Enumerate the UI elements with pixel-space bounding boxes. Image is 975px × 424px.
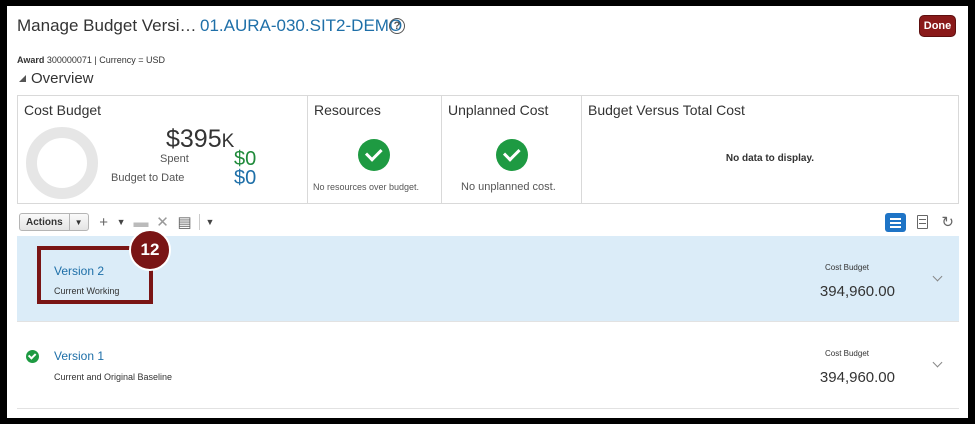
amount-suffix: K (221, 131, 235, 152)
page-title: Manage Budget Versi… (17, 16, 197, 35)
overview-toggle[interactable]: Overview (19, 70, 94, 87)
award-value: 300000071 | Currency = USD (46, 55, 166, 65)
chevron-down-icon[interactable] (932, 357, 943, 368)
card-title: Budget Versus Total Cost (588, 102, 745, 118)
card-title: Cost Budget (24, 102, 102, 118)
unplanned-note: No unplanned cost. (461, 181, 556, 193)
cost-budget-card[interactable]: Cost Budget $395K Spent $0 Budget to Dat… (18, 96, 308, 203)
resources-card[interactable]: Resources No resources over budget. (308, 96, 442, 203)
list-view-icon[interactable] (885, 213, 906, 232)
amount-value: $395 (166, 125, 222, 153)
version-title-link[interactable]: Version 1 (54, 349, 104, 363)
no-data-message: No data to display. (725, 153, 815, 164)
step-badge: 12 (129, 229, 171, 271)
table-view-icon[interactable] (917, 215, 928, 229)
card-title: Resources (314, 102, 381, 118)
dropdown-icon[interactable]: ▼ (117, 217, 126, 227)
check-circle-icon (358, 139, 390, 171)
toolbar: Actions ▼ + ▼ ▬ ✕ ▤ ▼ (19, 212, 214, 232)
collapse-triangle-icon (19, 75, 26, 82)
refresh-icon[interactable]: ↻ (941, 213, 954, 231)
budget-to-date-label: Budget to Date (111, 172, 185, 184)
resources-note: No resources over budget. (313, 182, 420, 192)
unplanned-cost-card[interactable]: Unplanned Cost No unplanned cost. (442, 96, 582, 203)
overview-label: Overview (31, 70, 94, 87)
chevron-down-icon[interactable] (932, 271, 943, 282)
cost-budget-value: 394,960.00 (819, 283, 895, 300)
budget-to-date-value: $0 (234, 167, 257, 189)
edit-icon[interactable]: ▬ (134, 215, 149, 230)
cost-budget-value: 394,960.00 (819, 369, 895, 386)
award-label: Award (17, 55, 45, 65)
overview-cards: Cost Budget $395K Spent $0 Budget to Dat… (17, 95, 959, 204)
list-item[interactable]: Version 1 Current and Original Baseline … (17, 323, 959, 409)
toolbar-divider (198, 214, 200, 230)
actions-menu-button[interactable]: Actions ▼ (19, 213, 89, 231)
cost-budget-label: Cost Budget (824, 263, 869, 272)
add-icon[interactable]: + (97, 215, 111, 230)
check-circle-icon (26, 350, 39, 363)
more-dropdown-icon[interactable]: ▼ (206, 217, 215, 227)
spent-label: Spent (160, 153, 189, 165)
cost-budget-label: Cost Budget (824, 349, 869, 358)
award-info: Award 300000071 | Currency = USD (17, 55, 165, 65)
budget-donut-chart (26, 127, 98, 199)
column-icon[interactable]: ▤ (178, 215, 192, 230)
chevron-down-icon: ▼ (74, 217, 83, 227)
delete-icon[interactable]: ✕ (156, 215, 170, 230)
check-circle-icon (496, 139, 528, 171)
actions-label: Actions (20, 214, 70, 230)
budget-versus-total-card[interactable]: Budget Versus Total Cost No data to disp… (582, 96, 958, 203)
app-window: Manage Budget Versi… 01.AURA-030.SIT2-DE… (7, 6, 968, 418)
version-subtitle: Current and Original Baseline (54, 372, 173, 382)
cost-budget-amount: $395K (166, 125, 234, 154)
done-button[interactable]: Done (919, 15, 956, 37)
project-link[interactable]: 01.AURA-030.SIT2-DEMO (200, 16, 402, 36)
card-title: Unplanned Cost (448, 102, 549, 118)
question-circle-icon[interactable]: ? (389, 18, 405, 34)
